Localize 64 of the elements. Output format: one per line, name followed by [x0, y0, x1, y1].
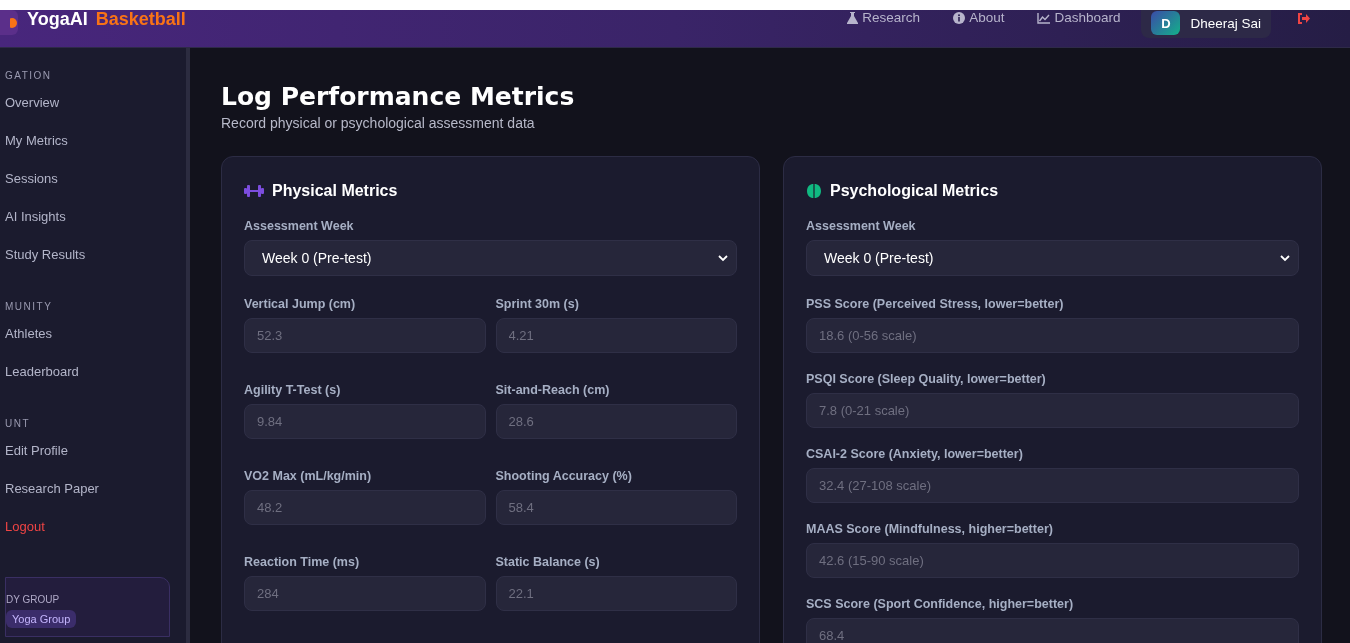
group-heading: DY GROUP [6, 594, 61, 605]
field-label: Sprint 30m (s) [495, 297, 580, 312]
user-chip[interactable]: D Dheeraj Sai [1141, 10, 1271, 38]
sidebar-item[interactable]: Research Paper [5, 479, 99, 517]
user-avatar: D [1151, 11, 1181, 35]
sidebar-item[interactable]: Athletes [5, 324, 52, 362]
chevron-down-icon [1280, 254, 1290, 262]
sidebar-item[interactable]: AI Insights [5, 207, 66, 245]
field-label: Reaction Time (ms) [244, 555, 361, 570]
input-field[interactable]: 32.4 (27-108 scale) [806, 468, 1299, 503]
logo-icon [0, 10, 18, 35]
sidebar-item[interactable]: My Metrics [5, 131, 68, 169]
field-label: Vertical Jump (cm) [244, 297, 357, 312]
input-field[interactable]: 68.4 [806, 618, 1299, 643]
dumbbell-icon [244, 184, 264, 198]
section-heading: UNT [5, 418, 31, 429]
section-heading: GATION [5, 70, 52, 81]
input-field[interactable]: 28.6 [495, 404, 737, 439]
week-select[interactable]: Week 0 (Pre-test) [244, 240, 737, 276]
sidebar-item[interactable]: Overview [5, 93, 60, 131]
input-field[interactable]: 48.2 [244, 490, 486, 525]
nav-link[interactable]: About [953, 10, 1005, 26]
nav-link[interactable]: Research [847, 10, 921, 26]
card-title: Physical Metrics [272, 181, 398, 201]
input-field[interactable]: 284 [244, 576, 486, 611]
logout-icon[interactable] [1297, 13, 1310, 24]
field-label: Assessment Week [244, 219, 355, 234]
field-label: SCS Score (Sport Confidence, higher=better) [806, 597, 1075, 612]
card-title: Psychological Metrics [830, 181, 999, 201]
input-field[interactable]: 4.21 [495, 318, 737, 353]
field-label: Static Balance (s) [495, 555, 601, 570]
nav-link[interactable]: Dashboard [1037, 10, 1121, 26]
page-title: Log Performance Metrics [221, 82, 576, 112]
line-chart-icon [1037, 12, 1051, 24]
input-field[interactable]: 18.6 (0-56 scale) [806, 318, 1299, 353]
sidebar-item[interactable]: Sessions [5, 169, 58, 207]
input-field[interactable]: 58.4 [495, 490, 737, 525]
field-label: Sit-and-Reach (cm) [495, 383, 611, 398]
field-label: MAAS Score (Mindfulness, higher=better) [806, 522, 1054, 537]
page-subtitle: Record physical or psychological assessment data [221, 114, 536, 132]
chevron-down-icon [718, 254, 728, 262]
sidebar-item[interactable]: Leaderboard [5, 362, 79, 400]
field-label: CSAI-2 Score (Anxiety, lower=better) [806, 447, 1024, 462]
week-select[interactable]: Week 0 (Pre-test) [806, 240, 1299, 276]
input-field[interactable]: 42.6 (15-90 scale) [806, 543, 1299, 578]
field-label: PSS Score (Perceived Stress, lower=better) [806, 297, 1065, 312]
brand-accent: Basketball [95, 10, 186, 28]
sidebar-item[interactable]: Logout [5, 517, 45, 555]
flask-icon [847, 12, 859, 24]
field-label: Agility T-Test (s) [244, 383, 342, 398]
input-field[interactable]: 9.84 [244, 404, 486, 439]
brand-name: YogaAI [27, 10, 88, 28]
user-name: Dheeraj Sai [1190, 15, 1261, 31]
input-field[interactable]: 7.8 (0-21 scale) [806, 393, 1299, 428]
field-label: Assessment Week [806, 219, 917, 234]
field-label: VO2 Max (mL/kg/min) [244, 469, 373, 484]
section-heading: MUNITY [5, 301, 53, 312]
input-field[interactable]: 52.3 [244, 318, 486, 353]
field-label: Shooting Accuracy (%) [495, 469, 633, 484]
field-label: PSQI Score (Sleep Quality, lower=better) [806, 372, 1047, 387]
input-field[interactable]: 22.1 [495, 576, 737, 611]
sidebar-item[interactable]: Edit Profile [5, 441, 68, 479]
group-tag: Yoga Group [6, 610, 77, 628]
sidebar-item[interactable]: Study Results [5, 245, 86, 283]
